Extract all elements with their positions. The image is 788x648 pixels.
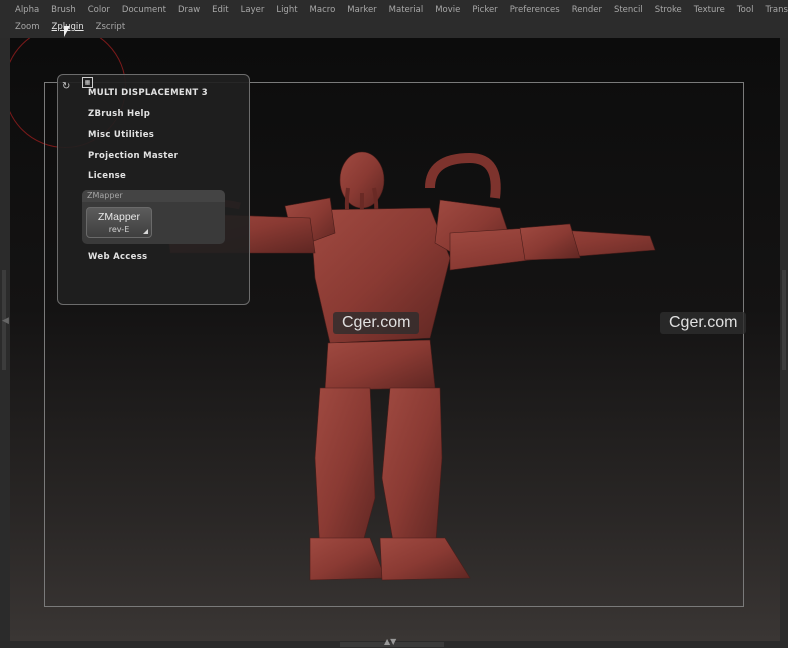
cursor-arrow-icon: [64, 26, 70, 37]
menu-item-misc-utilities[interactable]: Misc Utilities: [88, 130, 154, 140]
menu-layer[interactable]: Layer: [235, 5, 271, 15]
right-tray-handle[interactable]: [782, 270, 786, 370]
menu-zoom[interactable]: Zoom: [0, 22, 46, 32]
menu-light[interactable]: Light: [270, 5, 303, 15]
menu-preferences[interactable]: Preferences: [504, 5, 566, 15]
menu-color[interactable]: Color: [82, 5, 116, 15]
menubar: Alpha Brush Color Document Draw Edit Lay…: [0, 0, 788, 38]
watermark: Cger.com: [660, 312, 747, 334]
refresh-icon[interactable]: ↻: [62, 81, 70, 92]
watermark: Cger.com: [333, 312, 420, 334]
menu-alpha[interactable]: Alpha: [0, 5, 45, 15]
menu-picker[interactable]: Picker: [466, 5, 503, 15]
menu-texture[interactable]: Texture: [688, 5, 731, 15]
menu-row-2: Zoom Zplugin Zscript: [0, 18, 788, 36]
zplugin-dropdown: ↻ ▦ MULTI DISPLACEMENT 3 ZBrush Help Mis…: [57, 74, 250, 305]
canvas-viewport[interactable]: ↻ ▦ MULTI DISPLACEMENT 3 ZBrush Help Mis…: [10, 38, 780, 641]
zmapper-button-title: ZMapper: [97, 211, 140, 223]
menu-brush[interactable]: Brush: [45, 5, 82, 15]
left-arrow-icon[interactable]: ◀: [2, 316, 9, 326]
menu-macro[interactable]: Macro: [304, 5, 342, 15]
zmapper-header[interactable]: ZMapper: [82, 190, 225, 202]
menu-edit[interactable]: Edit: [206, 5, 234, 15]
menu-stencil[interactable]: Stencil: [608, 5, 649, 15]
menu-item-zbrush-help[interactable]: ZBrush Help: [88, 109, 150, 119]
menu-row-1: Alpha Brush Color Document Draw Edit Lay…: [0, 1, 788, 19]
menu-item-license[interactable]: License: [88, 171, 126, 181]
menu-zscript[interactable]: Zscript: [90, 22, 132, 32]
menu-marker[interactable]: Marker: [341, 5, 382, 15]
menu-item-multi-displacement[interactable]: MULTI DISPLACEMENT 3: [88, 88, 208, 98]
menu-tool[interactable]: Tool: [731, 5, 760, 15]
menu-document[interactable]: Document: [116, 5, 172, 15]
corner-triangle-icon: [143, 229, 148, 234]
menu-item-web-access[interactable]: Web Access: [88, 252, 147, 262]
menu-item-projection-master[interactable]: Projection Master: [88, 151, 178, 161]
zmapper-button-subtitle: rev-E: [108, 225, 130, 234]
zmapper-button[interactable]: ZMapper rev-E: [86, 207, 152, 238]
zmapper-section: ZMapper ZMapper rev-E: [82, 190, 225, 244]
menu-material[interactable]: Material: [383, 5, 430, 15]
menu-draw[interactable]: Draw: [172, 5, 206, 15]
menu-transform[interactable]: Transform: [759, 5, 788, 15]
menu-movie[interactable]: Movie: [429, 5, 466, 15]
menu-render[interactable]: Render: [566, 5, 608, 15]
menu-stroke[interactable]: Stroke: [649, 5, 688, 15]
collapse-arrows-icon[interactable]: ▲▼: [384, 637, 396, 646]
grid-icon[interactable]: ▦: [82, 77, 93, 88]
